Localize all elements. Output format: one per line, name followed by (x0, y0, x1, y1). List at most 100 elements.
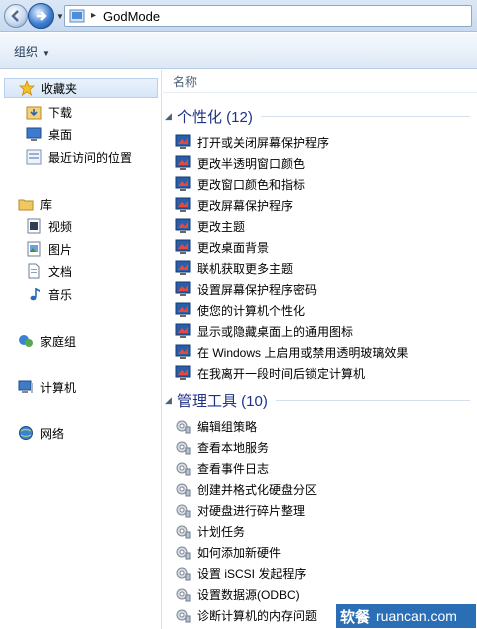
list-item[interactable]: 查看事件日志 (175, 458, 470, 478)
sidebar-item-label: 家庭组 (40, 334, 77, 349)
group-divider (275, 400, 470, 401)
personalization-icon (175, 344, 191, 360)
group-title: 管理工具 (10) (177, 393, 268, 410)
list-item-label: 诊断计算机的内存问题 (197, 608, 318, 623)
sidebar-item-recent-places[interactable]: 最近访问的位置 (0, 147, 162, 167)
address-field[interactable]: ▸ GodMode (64, 5, 472, 27)
sidebar-item-homegroup[interactable]: 家庭组 (0, 331, 162, 351)
sidebar-item-label: 网络 (40, 426, 65, 441)
list-item[interactable]: 联机获取更多主题 (175, 258, 470, 278)
sidebar-item-label: 收藏夹 (41, 81, 78, 96)
sidebar-item-label: 库 (40, 197, 53, 212)
personalization-icon (175, 218, 191, 234)
breadcrumb-godmode[interactable]: GodMode (103, 9, 160, 24)
list-item-label: 更改主题 (197, 219, 246, 234)
organize-button[interactable]: 组织 ▼ (14, 43, 50, 60)
document-icon (28, 263, 40, 279)
list-item-label: 更改屏幕保护程序 (197, 198, 294, 213)
list-item[interactable]: 更改桌面背景 (175, 237, 470, 257)
list-item[interactable]: 使您的计算机个性化 (175, 300, 470, 320)
sidebar-item-label: 视频 (48, 219, 73, 234)
list-item[interactable]: 如何添加新硬件 (175, 542, 470, 562)
video-icon (27, 218, 41, 234)
list-item[interactable]: 更改窗口颜色和指标 (175, 174, 470, 194)
music-note-icon (30, 288, 40, 301)
list-item[interactable]: 显示或隐藏桌面上的通用图标 (175, 321, 470, 341)
group-divider (260, 116, 470, 117)
list-item[interactable]: 查看本地服务 (175, 437, 470, 457)
list-item-label: 设置 iSCSI 发起程序 (197, 566, 307, 581)
personalization-icon (175, 323, 191, 339)
personalization-icon (175, 260, 191, 276)
admin-tools-icon (175, 586, 191, 602)
sidebar-item-label: 图片 (48, 242, 73, 257)
list-item[interactable]: 更改半透明窗口颜色 (175, 153, 470, 173)
list-item-label: 更改窗口颜色和指标 (197, 177, 306, 192)
list-item-label: 更改半透明窗口颜色 (197, 156, 306, 171)
sidebar-item-label: 计算机 (40, 380, 77, 395)
recent-pages-dropdown-icon[interactable]: ▼ (56, 12, 64, 21)
breadcrumb-separator-icon[interactable]: ▸ (91, 10, 96, 21)
personalization-icon (175, 239, 191, 255)
admin-tools-icon (175, 439, 191, 455)
sidebar-item-pictures[interactable]: 图片 (0, 239, 162, 259)
admin-tools-icon (175, 481, 191, 497)
list-item-label: 如何添加新硬件 (197, 545, 282, 560)
sidebar-item-computer[interactable]: 计算机 (0, 377, 162, 397)
list-item-label: 计划任务 (197, 524, 246, 539)
list-item-label: 编辑组策略 (197, 419, 258, 434)
list-item[interactable]: 对硬盘进行碎片整理 (175, 500, 470, 520)
list-item-label: 对硬盘进行碎片整理 (197, 503, 306, 518)
admin-tools-icon (175, 523, 191, 539)
list-item[interactable]: 计划任务 (175, 521, 470, 541)
list-item-label: 在 Windows 上启用或禁用透明玻璃效果 (197, 345, 409, 360)
list-item[interactable]: 更改主题 (175, 216, 470, 236)
sidebar-item-music[interactable]: 音乐 (0, 284, 162, 304)
group-header-personalization[interactable]: ◢ 个性化 (12) (165, 106, 470, 127)
sidebar-item-downloads[interactable]: 下载 (0, 102, 162, 122)
sidebar-item-favorites[interactable]: 收藏夹 (4, 78, 158, 98)
sidebar-item-documents[interactable]: 文档 (0, 261, 162, 281)
list-item[interactable]: 打开或关闭屏幕保护程序 (175, 132, 470, 152)
list-item-label: 查看本地服务 (197, 440, 270, 455)
column-header-divider (163, 92, 477, 93)
forward-button[interactable] (28, 3, 54, 29)
command-bar: 组织 ▼ (0, 33, 477, 69)
sidebar-item-videos[interactable]: 视频 (0, 216, 162, 236)
picture-icon (27, 241, 41, 257)
list-item[interactable]: 创建并格式化硬盘分区 (175, 479, 470, 499)
list-item-label: 使您的计算机个性化 (197, 303, 306, 318)
column-header-name[interactable]: 名称 (173, 73, 197, 90)
file-list-pane: 名称 ◢ 个性化 (12) 打开或关闭屏幕保护程序更改半透明窗口颜色 更改窗口颜色… (163, 70, 477, 629)
sidebar-item-network[interactable]: 网络 (0, 423, 162, 443)
sidebar-item-libraries[interactable]: 库 (0, 194, 162, 214)
admin-tools-icon (175, 565, 191, 581)
list-item[interactable]: 设置数据源(ODBC) (175, 584, 470, 604)
list-item[interactable]: 更改屏幕保护程序 (175, 195, 470, 215)
site-watermark: 软餐 ruancan.com (336, 604, 476, 628)
list-item-label: 显示或隐藏桌面上的通用图标 (197, 324, 354, 339)
list-item[interactable]: 设置屏幕保护程序密码 (175, 279, 470, 299)
star-icon (19, 80, 35, 96)
list-item[interactable]: 在我离开一段时间后锁定计算机 (175, 363, 470, 383)
sidebar-item-desktop[interactable]: 桌面 (0, 124, 162, 144)
list-item[interactable]: 设置 iSCSI 发起程序 (175, 563, 470, 583)
admin-tools-icon (175, 544, 191, 560)
group-title: 个性化 (12) (177, 109, 253, 126)
watermark-chinese: 软餐 (340, 608, 371, 626)
list-item-label: 联机获取更多主题 (197, 261, 294, 276)
watermark-domain: ruancan.com (376, 608, 457, 624)
group-header-admin-tools[interactable]: ◢ 管理工具 (10) (165, 390, 470, 411)
recent-places-icon (26, 149, 42, 165)
collapse-chevron-icon[interactable]: ◢ (165, 395, 177, 406)
personalization-icon (175, 365, 191, 381)
downloads-folder-icon (26, 106, 42, 120)
list-item[interactable]: 在 Windows 上启用或禁用透明玻璃效果 (175, 342, 470, 362)
sidebar-item-label: 音乐 (48, 287, 73, 302)
back-button[interactable] (4, 4, 28, 28)
list-item-label: 更改桌面背景 (197, 240, 270, 255)
list-item-label: 在我离开一段时间后锁定计算机 (197, 366, 366, 381)
collapse-chevron-icon[interactable]: ◢ (165, 111, 177, 122)
list-item[interactable]: 编辑组策略 (175, 416, 470, 436)
sidebar-item-label: 下载 (48, 105, 73, 120)
